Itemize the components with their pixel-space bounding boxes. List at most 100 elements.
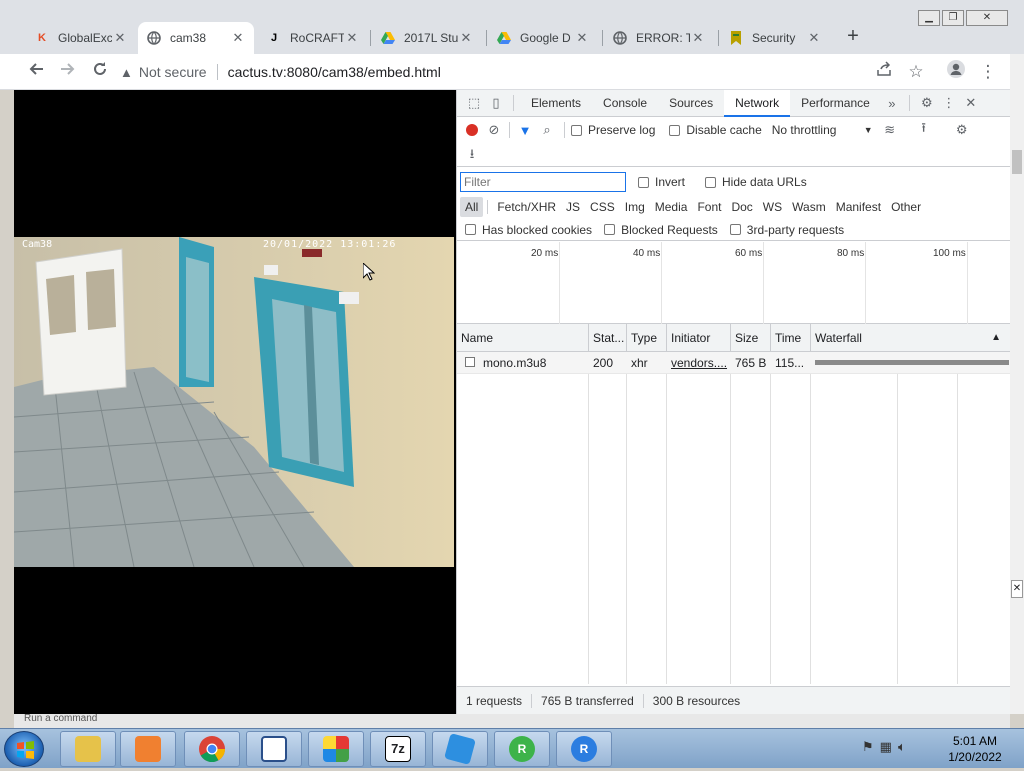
close-icon[interactable]: ✕: [806, 30, 822, 46]
new-tab-button[interactable]: +: [842, 26, 864, 48]
column-header-size[interactable]: Size: [731, 324, 771, 352]
throttling-select[interactable]: No throttling: [772, 123, 864, 137]
table-row[interactable]: mono.m3u8 200 xhr vendors.... 765 B 115.…: [457, 352, 1011, 374]
type-ws[interactable]: WS: [758, 197, 787, 217]
more-vert-icon[interactable]: ⋮: [938, 92, 960, 114]
chevron-down-icon[interactable]: ▼: [864, 125, 873, 135]
network-icon[interactable]: ▦: [880, 739, 892, 755]
network-conditions-icon[interactable]: ≋: [879, 119, 901, 141]
type-wasm[interactable]: Wasm: [787, 197, 831, 217]
address-bar[interactable]: ▲ Not secure cactus.tv:8080/cam38/embed.…: [120, 58, 940, 86]
download-icon[interactable]: ⭳: [461, 145, 483, 167]
filter-input[interactable]: [460, 172, 626, 192]
hide-data-urls-checkbox[interactable]: Hide data URLs: [705, 175, 807, 189]
checkbox-box[interactable]: [571, 124, 582, 136]
taskbar-roblox-studio[interactable]: [432, 731, 488, 767]
upload-icon[interactable]: ⭱: [913, 119, 935, 141]
minimize-button[interactable]: ▁: [918, 10, 940, 26]
forward-button[interactable]: [56, 60, 80, 84]
type-all[interactable]: All: [460, 197, 484, 217]
tab-cam38[interactable]: cam38 ✕: [138, 22, 254, 54]
tab-sources[interactable]: Sources: [658, 90, 724, 117]
type-doc[interactable]: Doc: [726, 197, 757, 217]
filter-icon[interactable]: ▼: [514, 119, 536, 141]
taskbar-window[interactable]: [246, 731, 302, 767]
taskbar-roblox-green[interactable]: R: [494, 731, 550, 767]
clock[interactable]: 5:01 AM 1/20/2022: [940, 733, 1010, 765]
page-scrollbar[interactable]: ✕: [1010, 54, 1024, 714]
blocked-requests-checkbox[interactable]: Blocked Requests: [604, 223, 718, 237]
column-header-type[interactable]: Type: [627, 324, 667, 352]
url-text[interactable]: cactus.tv:8080/cam38/embed.html: [228, 64, 441, 80]
gear-icon[interactable]: ⚙: [916, 92, 938, 114]
flag-icon[interactable]: ⚑: [862, 739, 874, 755]
taskbar-media-player[interactable]: [120, 731, 176, 767]
checkbox-box[interactable]: [669, 124, 681, 136]
type-css[interactable]: CSS: [585, 197, 620, 217]
taskbar-app-colorful[interactable]: [308, 731, 364, 767]
tab-performance[interactable]: Performance: [790, 90, 881, 117]
close-icon[interactable]: ✕: [1011, 580, 1023, 598]
clear-icon[interactable]: ⊘: [483, 119, 505, 141]
third-party-checkbox[interactable]: 3rd-party requests: [729, 223, 844, 237]
taskbar-roblox-blue[interactable]: R: [556, 731, 612, 767]
record-icon[interactable]: [461, 119, 483, 141]
command-bar[interactable]: Run a command: [14, 714, 1010, 728]
taskbar-explorer[interactable]: [60, 731, 116, 767]
type-js[interactable]: JS: [561, 197, 585, 217]
type-media[interactable]: Media: [650, 197, 693, 217]
type-img[interactable]: Img: [620, 197, 650, 217]
sort-up-icon[interactable]: ▲: [991, 324, 1001, 351]
more-tabs-icon[interactable]: »: [881, 92, 903, 114]
back-button[interactable]: [24, 60, 48, 84]
close-icon[interactable]: ✕: [230, 30, 246, 46]
warning-icon[interactable]: ▲: [120, 65, 133, 80]
checkbox-box[interactable]: [604, 224, 616, 235]
type-fetch-xhr[interactable]: Fetch/XHR: [492, 197, 561, 217]
bookmark-star-button[interactable]: ☆: [904, 60, 928, 84]
checkbox-box[interactable]: [729, 224, 741, 235]
close-icon[interactable]: ✕: [344, 30, 360, 46]
close-icon[interactable]: ✕: [690, 30, 706, 46]
scrollbar-thumb[interactable]: [1012, 150, 1022, 174]
taskbar-7zip[interactable]: 7z: [370, 731, 426, 767]
type-other[interactable]: Other: [886, 197, 926, 217]
checkbox-box[interactable]: [638, 176, 649, 188]
reload-button[interactable]: [88, 60, 112, 84]
tab-rocraft[interactable]: J RoCRAFT ✕: [258, 22, 368, 54]
has-blocked-cookies-checkbox[interactable]: Has blocked cookies: [465, 223, 592, 237]
column-header-status[interactable]: Stat...: [589, 324, 627, 352]
tab-globalexc[interactable]: K GlobalExc ✕: [26, 22, 136, 54]
profile-button[interactable]: [944, 60, 968, 84]
request-initiator-link[interactable]: vendors....: [671, 352, 729, 374]
inspect-element-icon[interactable]: ⬚: [463, 92, 485, 114]
checkbox-box[interactable]: [465, 224, 476, 235]
camera-feed[interactable]: Cam38 20/01/2022 13:01:26: [14, 237, 454, 567]
share-button[interactable]: [872, 60, 896, 84]
speaker-icon[interactable]: 🔈︎: [898, 739, 906, 755]
type-font[interactable]: Font: [692, 197, 726, 217]
type-manifest[interactable]: Manifest: [831, 197, 886, 217]
device-toolbar-icon[interactable]: ▯: [485, 92, 507, 114]
preserve-log-checkbox[interactable]: Preserve log: [571, 123, 655, 137]
close-icon[interactable]: ✕: [458, 30, 474, 46]
tab-2017l[interactable]: 2017L Stu ✕: [372, 22, 482, 54]
close-icon[interactable]: ✕: [112, 30, 128, 46]
column-header-time[interactable]: Time: [771, 324, 811, 352]
taskbar-chrome[interactable]: [184, 731, 240, 767]
search-icon[interactable]: ⌕: [536, 119, 558, 141]
tab-google-d[interactable]: Google D ✕: [488, 22, 598, 54]
column-header-name[interactable]: Name: [457, 324, 589, 352]
tab-error[interactable]: ERROR: T ✕: [604, 22, 714, 54]
close-window-button[interactable]: ✕: [966, 10, 1008, 26]
close-icon[interactable]: ✕: [960, 92, 982, 114]
menu-button[interactable]: ⋮: [976, 60, 1000, 84]
security-status[interactable]: Not secure: [139, 64, 207, 80]
column-header-initiator[interactable]: Initiator: [667, 324, 731, 352]
gear-icon[interactable]: ⚙: [951, 119, 973, 141]
close-icon[interactable]: ✕: [574, 30, 590, 46]
invert-checkbox[interactable]: Invert: [638, 175, 685, 189]
network-overview[interactable]: 20 ms 40 ms 60 ms 80 ms 100 ms: [457, 242, 1011, 324]
tab-console[interactable]: Console: [592, 90, 658, 117]
request-name[interactable]: mono.m3u8: [483, 352, 546, 374]
